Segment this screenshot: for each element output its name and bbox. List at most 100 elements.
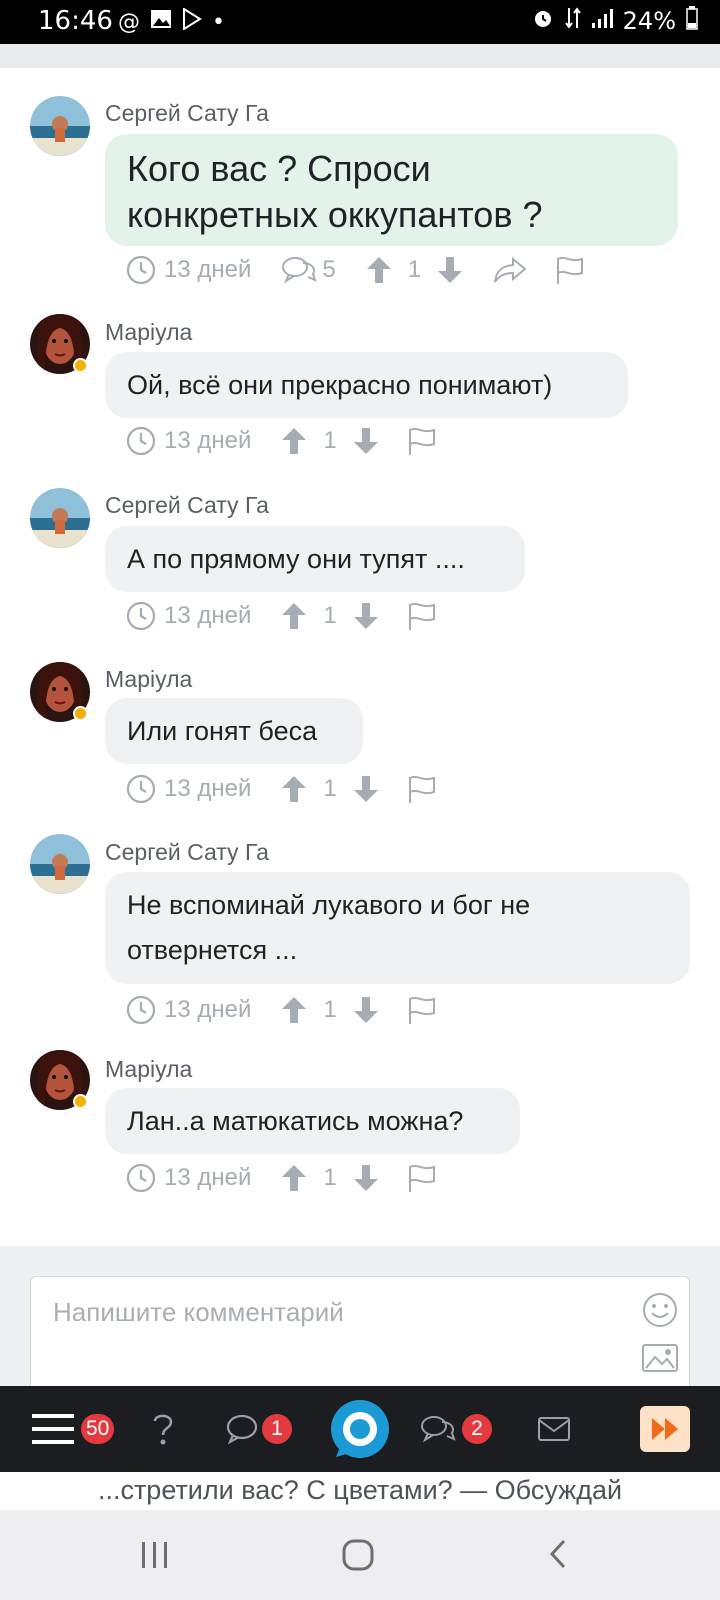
clock-icon xyxy=(126,774,156,804)
comment-time: 13 дней xyxy=(164,996,252,1023)
online-indicator xyxy=(73,706,88,721)
at-icon: @ xyxy=(118,9,140,35)
comment-author[interactable]: Сергей Сату Га xyxy=(105,100,269,127)
report-flag-icon[interactable] xyxy=(407,1163,437,1193)
system-navigation-bar xyxy=(0,1510,720,1600)
clock-icon xyxy=(126,995,156,1025)
comment-text-line: Не вспоминай лукавого и бог не xyxy=(127,890,531,920)
news-ticker[interactable]: ...стретили вас? С цветами? — Обсуждай xyxy=(0,1472,720,1510)
comment-text-line: отвернется ... xyxy=(127,935,298,965)
report-flag-icon[interactable] xyxy=(407,426,437,456)
menu-button[interactable] xyxy=(32,1386,74,1472)
mail-icon xyxy=(538,1417,570,1441)
attach-image-icon[interactable] xyxy=(641,1343,679,1377)
avatar[interactable] xyxy=(30,488,90,548)
comment-text-line: Кого вас ? Спроси xyxy=(127,148,431,189)
home-icon[interactable] xyxy=(342,1539,374,1575)
back-icon[interactable] xyxy=(548,1538,568,1574)
comment-time: 13 дней xyxy=(164,602,252,629)
avatar[interactable] xyxy=(30,96,90,156)
comment-bubble: А по прямому они тупят .... xyxy=(105,526,525,592)
downvote-icon[interactable] xyxy=(437,256,463,284)
battery-percent: 24% xyxy=(622,7,676,35)
comment-text-line: Или гонят беса xyxy=(127,716,318,746)
hamburger-icon xyxy=(32,1414,74,1444)
fast-forward-icon xyxy=(640,1406,690,1452)
comment-composer: Напишите комментарий xyxy=(0,1246,720,1406)
recent-apps-icon[interactable] xyxy=(140,1540,170,1574)
comment-text-line: Ой, всё они прекрасно понимают) xyxy=(127,370,553,400)
question-icon xyxy=(153,1414,173,1445)
vote-count: 1 xyxy=(407,256,422,283)
comment-author[interactable]: Сергей Сату Га xyxy=(105,839,269,866)
downvote-icon[interactable] xyxy=(353,996,379,1024)
play-store-icon xyxy=(182,7,202,36)
discussions-icon xyxy=(421,1416,456,1443)
questions-button[interactable] xyxy=(150,1386,176,1472)
upvote-icon[interactable] xyxy=(366,256,392,284)
comment-bubble: Кого вас ? Спроси конкретных оккупантов … xyxy=(105,134,678,246)
report-flag-icon[interactable] xyxy=(407,774,437,804)
emoji-icon[interactable] xyxy=(641,1291,679,1333)
data-transfer-icon xyxy=(564,6,581,36)
clock-icon xyxy=(126,601,156,631)
comment-author[interactable]: Маріула xyxy=(105,666,192,693)
messages-badge: 1 xyxy=(262,1414,292,1444)
alarm-icon xyxy=(531,6,555,36)
online-indicator xyxy=(73,1094,88,1109)
upvote-icon[interactable] xyxy=(281,1164,307,1192)
mail-button[interactable] xyxy=(538,1386,570,1472)
menu-badge: 50 xyxy=(81,1414,115,1444)
comment-text-line: А по прямому они тупят .... xyxy=(127,544,465,574)
comment-time: 13 дней xyxy=(164,1164,252,1191)
comment-actions: 13 дней 1 xyxy=(126,599,437,633)
comment-text-line: конкретных оккупантов ? xyxy=(127,194,543,235)
upvote-icon[interactable] xyxy=(281,427,307,455)
comment-text-line: Лан..а матюкатись можна? xyxy=(127,1106,464,1136)
downvote-icon[interactable] xyxy=(353,602,379,630)
bottom-navigation: 50 1 2 xyxy=(0,1386,720,1472)
comment-author[interactable]: Маріула xyxy=(105,319,192,346)
comment-time: 13 дней xyxy=(164,256,252,283)
upvote-icon[interactable] xyxy=(281,775,307,803)
downvote-icon[interactable] xyxy=(353,427,379,455)
report-flag-icon[interactable] xyxy=(407,995,437,1025)
discussions-button[interactable] xyxy=(420,1386,456,1472)
home-button[interactable] xyxy=(330,1386,390,1472)
vote-count: 1 xyxy=(323,602,337,629)
comment-actions: 13 дней 5 1 xyxy=(126,253,585,287)
vote-count: 1 xyxy=(323,427,337,454)
downvote-icon[interactable] xyxy=(353,775,379,803)
forward-button[interactable] xyxy=(640,1386,690,1472)
comment-time: 13 дней xyxy=(164,775,252,802)
online-indicator xyxy=(73,358,88,373)
comment-bubble: Не вспоминай лукавого и бог не отвернетс… xyxy=(105,872,690,984)
avatar[interactable] xyxy=(30,834,90,894)
report-flag-icon[interactable] xyxy=(555,255,585,285)
comment-author[interactable]: Сергей Сату Га xyxy=(105,492,269,519)
upvote-icon[interactable] xyxy=(281,996,307,1024)
upvote-icon[interactable] xyxy=(281,602,307,630)
comment-bubble: Ой, всё они прекрасно понимают) xyxy=(105,352,628,418)
replies-count[interactable]: 5 xyxy=(322,256,335,284)
report-flag-icon[interactable] xyxy=(407,601,437,631)
comment-author[interactable]: Маріула xyxy=(105,1056,192,1083)
status-bar: 16:46 @ • 24% xyxy=(0,0,720,44)
messages-button[interactable] xyxy=(226,1386,258,1472)
comment-input-placeholder: Напишите комментарий xyxy=(53,1297,344,1327)
comment-bubble: Или гонят беса xyxy=(105,698,363,764)
vote-count: 1 xyxy=(323,1164,337,1191)
discussions-badge: 2 xyxy=(462,1414,492,1444)
clock-icon xyxy=(126,1163,156,1193)
comment-actions: 13 дней 1 xyxy=(126,993,437,1027)
comment-actions: 13 дней 1 xyxy=(126,1161,437,1195)
share-icon[interactable] xyxy=(493,256,527,284)
status-time: 16:46 xyxy=(38,6,113,36)
image-notification-icon xyxy=(150,9,172,35)
app-logo-icon xyxy=(331,1400,389,1458)
comment-actions: 13 дней 1 xyxy=(126,424,437,458)
battery-icon xyxy=(686,6,698,36)
vote-count: 1 xyxy=(323,775,337,802)
downvote-icon[interactable] xyxy=(353,1164,379,1192)
replies-icon[interactable] xyxy=(281,255,318,285)
